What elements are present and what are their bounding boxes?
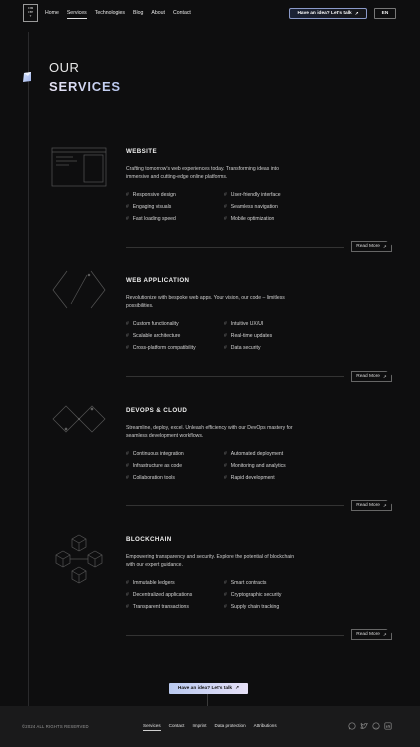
social-links bbox=[348, 722, 392, 730]
title-line-1: OUR bbox=[49, 60, 80, 75]
read-more-button[interactable]: Read More ↗ bbox=[351, 241, 392, 252]
feature-item: # Engaging visuals bbox=[126, 204, 172, 210]
feature-item: # Smart contracts bbox=[224, 580, 267, 586]
feature-item: # Cryptographic security bbox=[224, 592, 282, 598]
read-more-button[interactable]: Read More ↗ bbox=[351, 500, 392, 511]
gem-icon bbox=[23, 72, 31, 82]
page: CON CEP T Home Services Technologies Blo… bbox=[0, 0, 420, 747]
footer-link-data-protection[interactable]: Data protection bbox=[215, 723, 246, 731]
footer-link-services[interactable]: Services bbox=[143, 723, 161, 731]
feature-item: # Immutable ledgers bbox=[126, 580, 175, 586]
nav-services[interactable]: Services bbox=[66, 10, 87, 19]
feature-item: # Cross-platform compatibility bbox=[126, 345, 196, 351]
footer-nav: Services Contact Imprint Data protection… bbox=[143, 723, 285, 731]
section-divider bbox=[126, 376, 344, 377]
lets-talk-button[interactable]: Have an idea? Let's talk ↗ bbox=[289, 8, 367, 19]
feature-item: # Rapid development bbox=[224, 475, 275, 481]
feature-item: # User-friendly interface bbox=[224, 192, 281, 198]
logo[interactable]: CON CEP T bbox=[23, 4, 38, 22]
arrow-icon: ↗ bbox=[235, 686, 240, 691]
logo-text: CON CEP T bbox=[27, 6, 34, 18]
read-more-button[interactable]: Read More ↗ bbox=[351, 371, 392, 382]
feature-item: # Automated deployment bbox=[224, 451, 284, 457]
feature-item: # Monitoring and analytics bbox=[224, 463, 286, 469]
feature-item: # Fast loading speed bbox=[126, 216, 176, 222]
nav-about[interactable]: About bbox=[151, 10, 165, 19]
feature-item: # Custom functionality bbox=[126, 321, 179, 327]
nav-home[interactable]: Home bbox=[45, 10, 59, 19]
feature-item: # Intuitive UX/UI bbox=[224, 321, 264, 327]
feature-item: # Data security bbox=[224, 345, 261, 351]
section-divider bbox=[126, 247, 344, 248]
section-divider bbox=[126, 635, 344, 636]
browser-window-icon bbox=[51, 147, 107, 187]
feature-item: # Infrastructure as code bbox=[126, 463, 183, 469]
section-title-web-application: WEB APPLICATION bbox=[126, 277, 190, 284]
section-divider bbox=[126, 505, 344, 506]
arrow-icon: ↗ bbox=[382, 631, 387, 637]
twitter-icon[interactable] bbox=[360, 722, 368, 730]
feature-item: # Mobile optimization bbox=[224, 216, 275, 222]
section-desc-blockchain: Empowering transparency and security. Ex… bbox=[126, 554, 295, 568]
read-more-button[interactable]: Read More ↗ bbox=[351, 629, 392, 640]
lets-talk-label: Have an idea? Let's talk bbox=[297, 11, 352, 16]
page-title: SERVICES bbox=[49, 79, 121, 94]
feature-item: # Real-time updates bbox=[224, 333, 273, 339]
section-desc-devops-cloud: Streamline, deploy, excel. Unleash effic… bbox=[126, 425, 293, 439]
lets-talk-bottom-label: Have an idea? Let's talk bbox=[177, 686, 233, 691]
github-icon[interactable] bbox=[372, 722, 380, 730]
section-title-devops-cloud: DEVOPS & CLOUD bbox=[126, 407, 188, 414]
feature-item: # Supply chain tracking bbox=[224, 604, 280, 610]
footer-link-attributions[interactable]: Attributions bbox=[254, 723, 277, 731]
section-desc-web-application: Revolutionize with bespoke web apps. You… bbox=[126, 295, 285, 309]
nav-technologies[interactable]: Technologies bbox=[95, 10, 125, 19]
arrow-icon: ↗ bbox=[382, 243, 387, 249]
footer: ©2024 ALL RIGHTS RESERVED Services Conta… bbox=[0, 706, 420, 747]
timeline-line bbox=[28, 32, 29, 706]
nav-blog[interactable]: Blog bbox=[133, 10, 143, 19]
blockchain-cubes-icon bbox=[55, 534, 103, 584]
language-label: EN bbox=[381, 11, 389, 16]
section-desc-website: Crafting tomorrow's web experiences toda… bbox=[126, 166, 279, 180]
feature-item: # Seamless navigation bbox=[224, 204, 278, 210]
nav-contact[interactable]: Contact bbox=[173, 10, 191, 19]
main-nav: Home Services Technologies Blog About Co… bbox=[45, 10, 199, 19]
feature-item: # Scalable architecture bbox=[126, 333, 181, 339]
language-switcher[interactable]: EN bbox=[374, 8, 396, 19]
lets-talk-bottom-button[interactable]: Have an idea? Let's talk ↗ bbox=[169, 683, 248, 694]
arrow-icon: ↗ bbox=[382, 373, 387, 379]
feature-item: # Collaboration tools bbox=[126, 475, 175, 481]
infinity-loop-icon bbox=[52, 405, 106, 433]
feature-item: # Responsive design bbox=[126, 192, 176, 198]
linkedin-icon[interactable] bbox=[384, 722, 392, 730]
feature-item: # Decentralized applications bbox=[126, 592, 193, 598]
feature-item: # Continuous integration bbox=[126, 451, 184, 457]
footer-link-imprint[interactable]: Imprint bbox=[192, 723, 206, 731]
copyright: ©2024 ALL RIGHTS RESERVED bbox=[22, 724, 89, 729]
section-title-website: WEBSITE bbox=[126, 148, 157, 155]
footer-link-contact[interactable]: Contact bbox=[169, 723, 185, 731]
section-title-blockchain: BLOCKCHAIN bbox=[126, 536, 172, 543]
arrow-icon: ↗ bbox=[382, 502, 387, 508]
arrow-icon: ↗ bbox=[354, 10, 359, 16]
code-brackets-icon bbox=[52, 270, 106, 309]
whatsapp-icon[interactable] bbox=[348, 722, 356, 730]
feature-item: # Transparent transactions bbox=[126, 604, 189, 610]
